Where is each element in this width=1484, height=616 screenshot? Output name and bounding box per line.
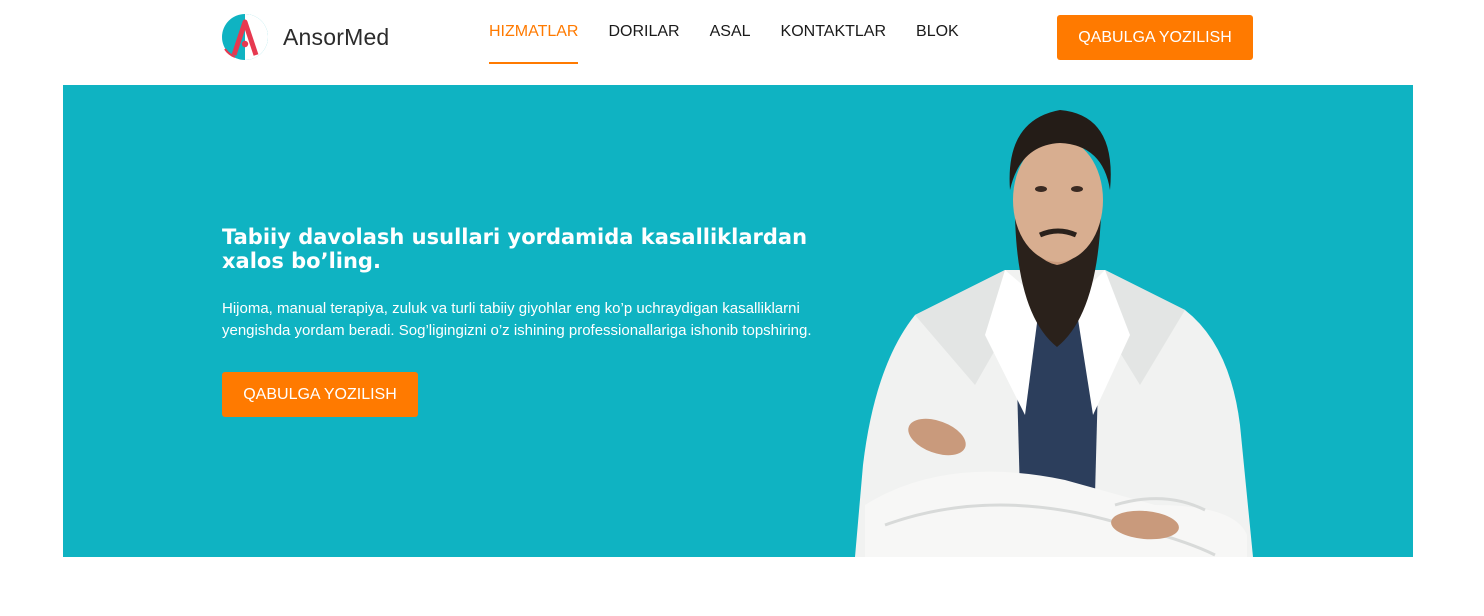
nav-item-kontaktlar[interactable]: KONTAKTLAR xyxy=(781,0,887,64)
hero-description: Hijoma, manual terapiya, zuluk va turli … xyxy=(222,300,812,339)
nav-item-blok[interactable]: BLOK xyxy=(916,0,959,64)
hero-title: Tabiiy davolash usullari yordamida kasal… xyxy=(222,225,808,273)
brand-name: AnsorMed xyxy=(283,23,390,50)
nav-item-hizmatlar[interactable]: HIZMATLAR xyxy=(489,0,579,64)
nav-item-asal[interactable]: ASAL xyxy=(710,0,751,64)
nav-item-dorilar[interactable]: DORILAR xyxy=(608,0,679,64)
site-header: AnsorMed HIZMATLAR DORILAR ASAL KONTAKTL… xyxy=(0,0,1484,85)
ansormed-logo-icon xyxy=(222,14,268,60)
main-nav: HIZMATLAR DORILAR ASAL KONTAKTLAR BLOK xyxy=(489,0,989,64)
hero-appointment-button[interactable]: QABULGA YOZILISH xyxy=(222,372,418,417)
brand-logo[interactable]: AnsorMed xyxy=(221,13,389,61)
doctor-portrait-image xyxy=(855,110,1253,557)
hero-banner: Tabiiy davolash usullari yordamida kasal… xyxy=(63,85,1413,557)
header-appointment-button[interactable]: QABULGA YOZILISH xyxy=(1057,15,1253,60)
